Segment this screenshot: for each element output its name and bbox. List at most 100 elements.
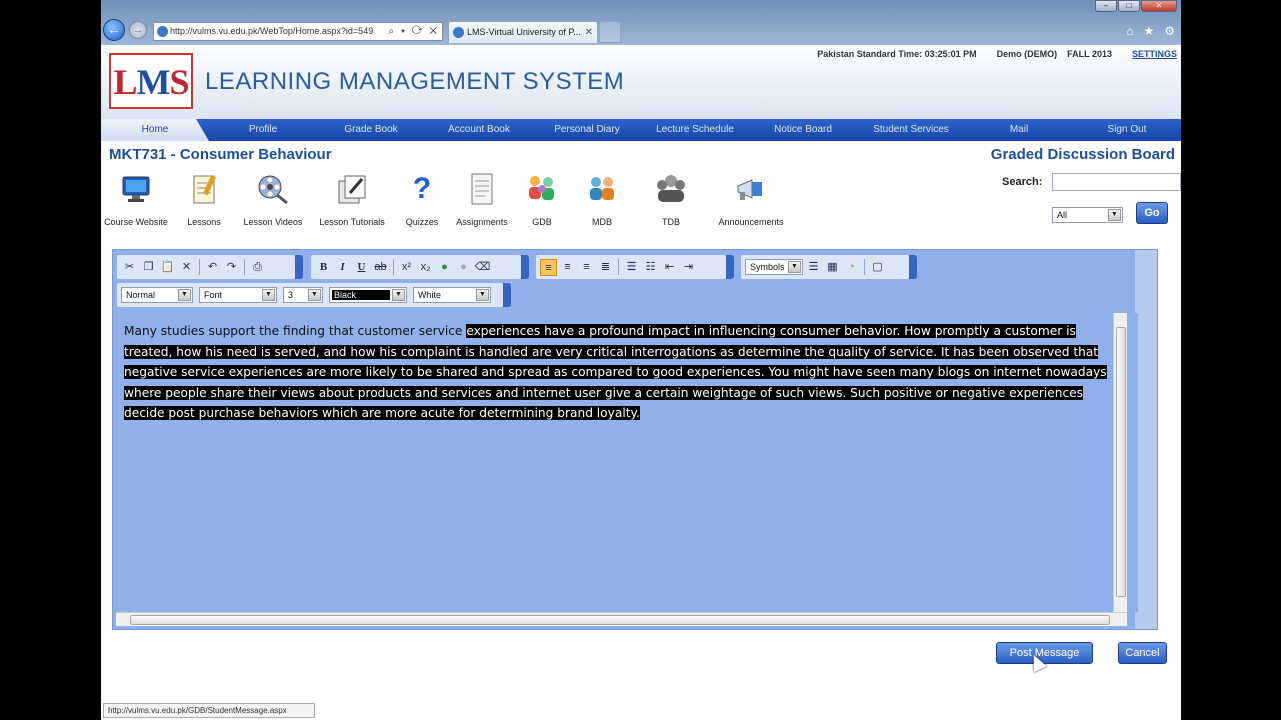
eraser-icon[interactable]: ⌫ (474, 259, 491, 276)
nav-course-website[interactable]: Course Website (103, 172, 169, 227)
paste-icon[interactable]: 📋 (159, 259, 176, 276)
nav-gdb[interactable]: GDB (522, 172, 562, 227)
lms-logo[interactable]: LMS (109, 53, 193, 109)
lms-title: LEARNING MANAGEMENT SYSTEM (205, 68, 625, 95)
address-bar[interactable]: http://vulms.vu.edu.pk/WebTop/Home.aspx?… (153, 22, 443, 41)
browser-tab[interactable]: LMS-Virtual University of P... ✕ (448, 21, 598, 43)
italic-icon[interactable]: I (334, 259, 351, 276)
menu-item-lecture-schedule[interactable]: Lecture Schedule (641, 119, 749, 141)
menu-item-notice-board[interactable]: Notice Board (749, 119, 857, 141)
maximize-button[interactable]: □ (1118, 0, 1140, 12)
close-window-button[interactable]: ✕ (1141, 0, 1177, 12)
minimize-button[interactable]: – (1095, 0, 1117, 12)
symbols-value: Symbols (750, 262, 785, 272)
menu-item-student-services[interactable]: Student Services (857, 119, 965, 141)
scrollbar-thumb[interactable] (130, 615, 1110, 625)
subscript-icon[interactable]: x₂ (417, 259, 434, 276)
gear-icon[interactable]: ⚙ (1164, 24, 1175, 38)
scrollbar-thumb[interactable] (1116, 327, 1126, 597)
align-justify-icon[interactable]: ≣ (597, 259, 614, 276)
filter-select[interactable]: All ▼ (1052, 207, 1123, 223)
logo-l: L (113, 62, 137, 102)
nav-quizzes[interactable]: ? Quizzes (401, 172, 443, 227)
menu-item-sign-out[interactable]: Sign Out (1073, 119, 1181, 141)
nav-label: Quizzes (405, 217, 439, 227)
align-center-icon[interactable]: ≡ (559, 259, 576, 276)
search-label: Search: (1002, 176, 1043, 188)
outdent-icon[interactable]: ⇤ (661, 259, 678, 276)
vertical-scrollbar[interactable] (1113, 313, 1127, 614)
size-select[interactable]: 3 ▼ (283, 287, 323, 303)
screen: – □ ✕ ← → http://vulms.vu.edu.pk/WebTop/… (101, 0, 1181, 720)
superscript-icon[interactable]: x² (398, 259, 415, 276)
menu-item-mail[interactable]: Mail (965, 119, 1073, 141)
nav-label: Course Website (104, 217, 168, 227)
back-color-value: White (418, 290, 442, 300)
tutorial-icon (335, 172, 369, 206)
message-textarea[interactable]: Many studies support the finding that cu… (116, 313, 1138, 612)
redo-icon[interactable]: ↷ (223, 259, 240, 276)
window-controls: – □ ✕ (1095, 0, 1177, 12)
nav-assignments[interactable]: Assignments (453, 172, 511, 227)
undo-icon[interactable]: ↶ (204, 259, 221, 276)
horizontal-rule-icon[interactable]: ☰ (805, 259, 822, 276)
favicon-icon (157, 26, 168, 37)
symbols-select[interactable]: Symbols ▼ (745, 259, 803, 275)
search-input[interactable] (1052, 173, 1181, 191)
nav-lesson-tutorials[interactable]: Lesson Tutorials (317, 172, 387, 227)
preview-icon[interactable]: ▢ (869, 259, 886, 276)
menu-item-grade-book[interactable]: Grade Book (317, 119, 425, 141)
toolbar-grip (726, 255, 734, 279)
horizontal-scrollbar[interactable] (116, 612, 1127, 626)
align-left-icon[interactable]: ≡ (540, 258, 557, 276)
nav-label: Announcements (718, 217, 784, 227)
address-actions-icon[interactable]: ⌕ ▾ ⟳ ✕ (389, 23, 439, 40)
font-select[interactable]: Font ▼ (199, 287, 277, 303)
forward-button[interactable]: → (129, 21, 147, 39)
number-list-icon[interactable]: ☷ (642, 259, 659, 276)
link-icon[interactable]: ● (436, 259, 453, 276)
home-icon[interactable]: ⌂ (1126, 24, 1133, 38)
nav-label: Lessons (187, 217, 221, 227)
menu-item-account-book[interactable]: Account Book (425, 119, 533, 141)
new-tab-button[interactable] (599, 21, 621, 43)
editor-side-panel (1135, 250, 1157, 629)
bold-icon[interactable]: B (315, 259, 332, 276)
copy-icon[interactable]: ❐ (140, 259, 157, 276)
go-button[interactable]: Go (1136, 202, 1168, 224)
bullet-list-icon[interactable]: ☰ (623, 259, 640, 276)
nav-lesson-videos[interactable]: Lesson Videos (241, 172, 305, 227)
back-color-select[interactable]: White ▼ (413, 287, 491, 303)
underline-icon[interactable]: U (353, 259, 370, 276)
align-right-icon[interactable]: ≡ (578, 259, 595, 276)
print-icon[interactable]: ⎙ (249, 259, 266, 276)
table-icon[interactable]: ▦ (824, 259, 841, 276)
delete-icon[interactable]: ✕ (178, 259, 195, 276)
unlink-icon[interactable]: ● (455, 259, 472, 276)
nav-mdb[interactable]: MDB (582, 172, 622, 227)
filter-value: All (1057, 210, 1068, 220)
tdb-people-icon (654, 172, 688, 206)
cut-icon[interactable]: ✂ (121, 259, 138, 276)
menu-item-home[interactable]: Home (101, 119, 209, 141)
back-button[interactable]: ← (103, 19, 125, 41)
indent-icon[interactable]: ⇥ (680, 259, 697, 276)
nav-announcements[interactable]: Announcements (716, 172, 786, 227)
logo-m: M (136, 62, 171, 102)
nav-tdb[interactable]: TDB (651, 172, 691, 227)
course-title: MKT731 - Consumer Behaviour (109, 146, 332, 163)
nav-label: TDB (662, 217, 680, 227)
settings-link[interactable]: SETTINGS (1132, 49, 1177, 59)
nav-lessons[interactable]: Lessons (179, 172, 229, 227)
clock-icon[interactable]: ◔ (843, 259, 860, 276)
chevron-down-icon: ▼ (178, 289, 191, 301)
tab-close-icon[interactable]: ✕ (585, 22, 593, 43)
favorites-star-icon[interactable]: ★ (1143, 24, 1154, 38)
cancel-button[interactable]: Cancel (1118, 642, 1167, 664)
menu-item-profile[interactable]: Profile (209, 119, 317, 141)
fore-color-select[interactable]: Black ▼ (329, 287, 407, 303)
strikethrough-icon[interactable]: ab (372, 259, 389, 276)
semester: FALL 2013 (1067, 49, 1112, 59)
format-select[interactable]: Normal ▼ (121, 287, 193, 303)
menu-item-personal-diary[interactable]: Personal Diary (533, 119, 641, 141)
